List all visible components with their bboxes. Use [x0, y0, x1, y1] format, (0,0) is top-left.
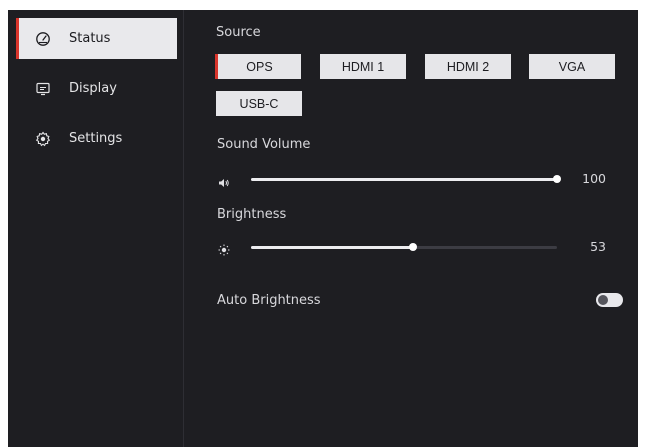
sound-volume-slider[interactable] [251, 175, 561, 183]
sound-volume-value: 100 [582, 171, 606, 186]
gear-icon [35, 131, 51, 147]
sidebar-item-display[interactable]: Display [16, 68, 177, 109]
slider-fill [251, 178, 557, 181]
app-window: Status Display Settings Source OPS HDMI … [8, 10, 638, 447]
slider-thumb[interactable] [409, 243, 417, 251]
source-button-vga[interactable]: VGA [529, 54, 615, 79]
sidebar-item-status[interactable]: Status [16, 18, 177, 59]
sound-volume-label: Sound Volume [217, 137, 311, 152]
source-button-hdmi1[interactable]: HDMI 1 [320, 54, 406, 79]
sidebar: Status Display Settings [8, 10, 184, 447]
source-button-ops[interactable]: OPS [215, 54, 301, 79]
source-button-hdmi2[interactable]: HDMI 2 [425, 54, 511, 79]
sun-icon [218, 241, 230, 256]
slider-thumb[interactable] [553, 175, 561, 183]
source-button-usbc[interactable]: USB-C [216, 91, 302, 116]
brightness-value: 53 [590, 239, 606, 254]
brightness-slider[interactable] [251, 243, 557, 251]
toggle-knob [598, 295, 608, 305]
sidebar-item-label: Display [69, 81, 117, 96]
slider-fill [251, 246, 413, 249]
speaker-icon [218, 174, 230, 187]
brightness-label: Brightness [217, 207, 287, 222]
source-title: Source [216, 25, 261, 40]
gauge-icon [35, 31, 51, 47]
monitor-icon [35, 81, 51, 97]
auto-brightness-label: Auto Brightness [217, 293, 321, 308]
sidebar-item-label: Settings [69, 131, 123, 146]
sidebar-item-settings[interactable]: Settings [16, 118, 177, 159]
auto-brightness-toggle[interactable] [596, 293, 623, 307]
sidebar-item-label: Status [69, 31, 111, 46]
